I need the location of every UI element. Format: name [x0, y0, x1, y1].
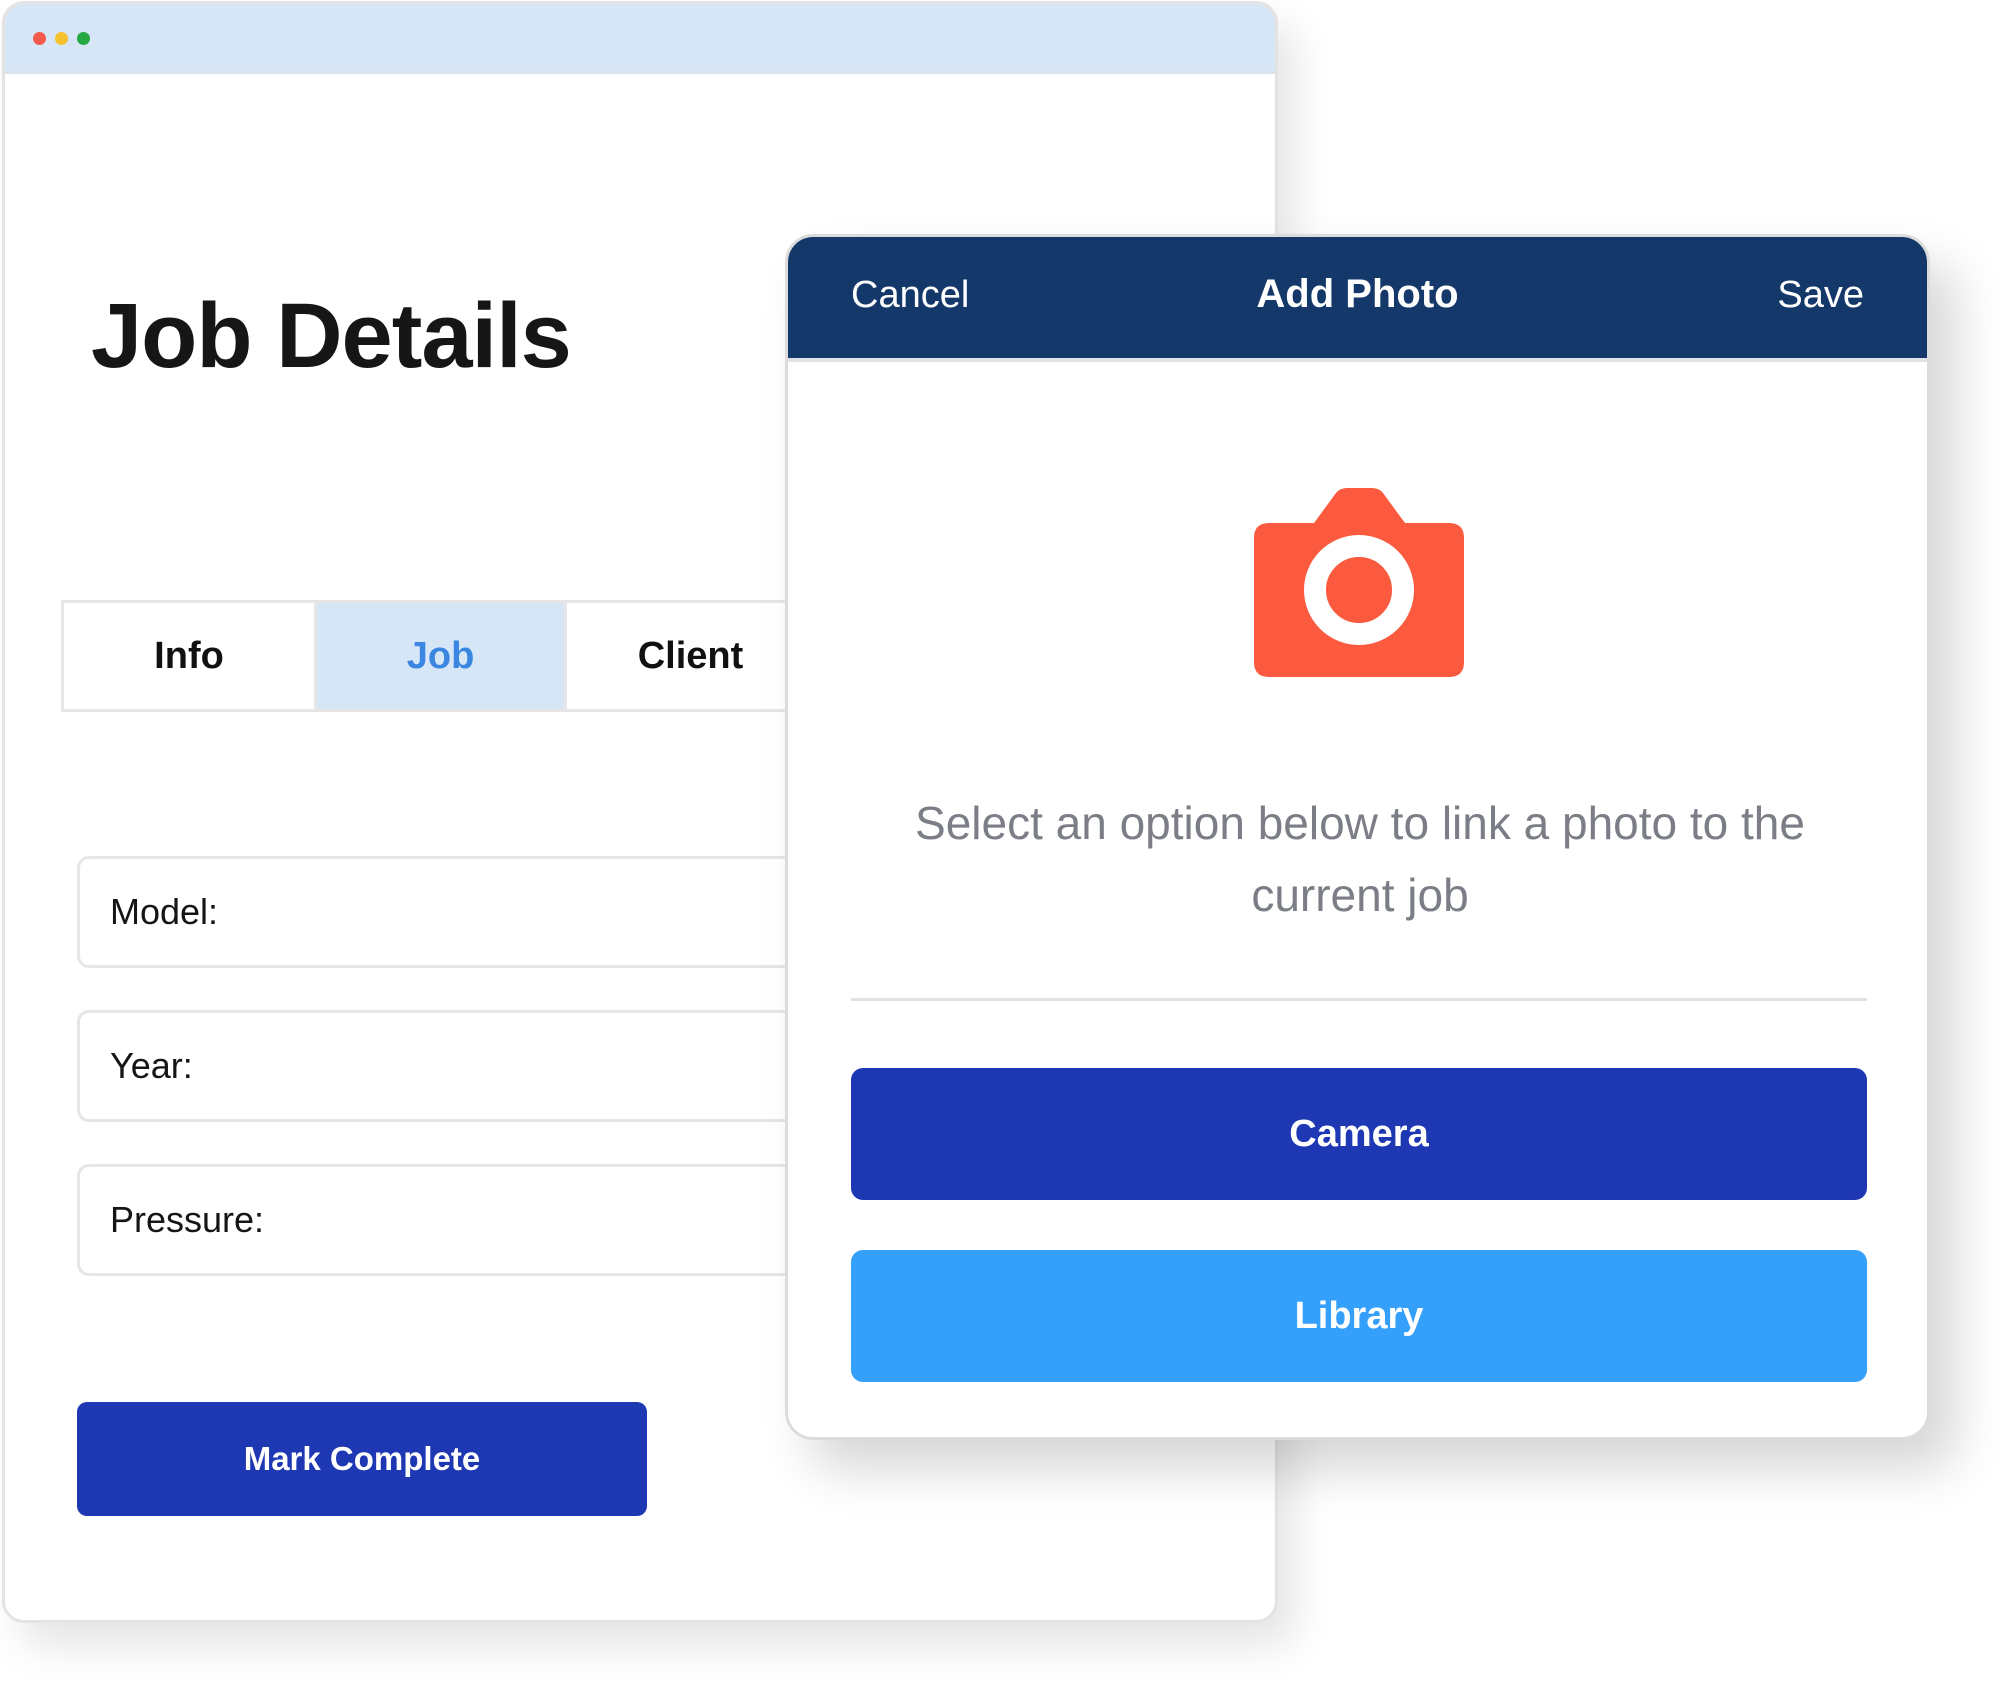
mark-complete-button[interactable]: Mark Complete [77, 1402, 647, 1516]
minimize-window-dot-icon[interactable] [55, 32, 68, 45]
pressure-field-label: Pressure: [110, 1199, 265, 1240]
page-title: Job Details [91, 285, 572, 387]
tab-job[interactable]: Job [314, 603, 564, 709]
library-button[interactable]: Library [851, 1250, 1867, 1382]
modal-message: Select an option below to link a photo t… [915, 797, 1805, 921]
add-photo-modal: Cancel Add Photo Save Select an option b… [785, 234, 1930, 1440]
tab-bar: Info Job Client [61, 600, 817, 712]
stage: Job Details Info Job Client Model: Year:… [0, 0, 2000, 1708]
year-field-label: Year: [110, 1045, 193, 1086]
model-field-label: Model: [110, 891, 219, 932]
close-window-dot-icon[interactable] [33, 32, 46, 45]
window-titlebar [5, 4, 1275, 74]
modal-title: Add Photo [1256, 272, 1459, 316]
maximize-window-dot-icon[interactable] [77, 32, 90, 45]
camera-icon [1254, 488, 1464, 677]
save-button[interactable]: Save [1777, 274, 1864, 317]
camera-button[interactable]: Camera [851, 1068, 1867, 1200]
tab-client[interactable]: Client [564, 603, 814, 709]
tab-info[interactable]: Info [64, 603, 314, 709]
modal-header: Cancel Add Photo Save [788, 237, 1927, 362]
modal-divider [851, 998, 1867, 1001]
